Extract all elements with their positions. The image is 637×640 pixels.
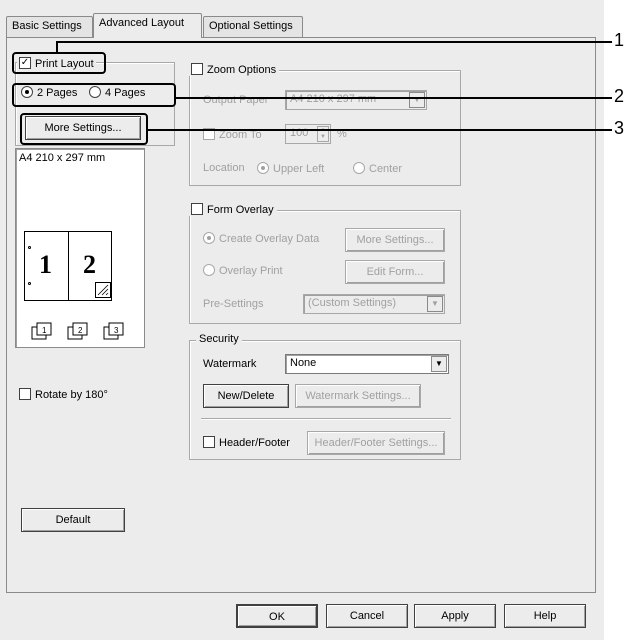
radio-dot [353, 162, 365, 174]
checkbox-box [19, 388, 31, 400]
tab-optional-settings[interactable]: Optional Settings [203, 16, 303, 37]
chevron-down-icon: ▼ [409, 92, 425, 108]
header-footer-settings-button[interactable]: Header/Footer Settings... [307, 431, 445, 455]
header-footer-checkbox[interactable]: Header/Footer [203, 436, 290, 449]
callout-number-1: 1 [614, 30, 625, 50]
ok-button[interactable]: OK [236, 604, 318, 628]
preview-page-2: 2 [83, 250, 96, 279]
svg-text:2: 2 [78, 326, 83, 335]
page-order-icons: 1 2 3 [31, 322, 124, 340]
page-fold-icon [95, 282, 111, 298]
radio-overlay-print[interactable]: Overlay Print [203, 264, 283, 277]
checkbox-box [191, 203, 203, 215]
callout-box-3 [20, 113, 148, 145]
pre-settings-select[interactable]: (Custom Settings) ▼ [303, 294, 445, 314]
tab-basic-settings[interactable]: Basic Settings [6, 16, 93, 37]
radio-upper-left[interactable]: Upper Left [257, 162, 324, 175]
layout-preview: A4 210 x 297 mm 1 2 1 2 3 [15, 148, 145, 348]
overlay-more-settings-button[interactable]: More Settings... [345, 228, 445, 252]
security-label: Security [196, 333, 242, 345]
callout-number-3: 3 [614, 118, 625, 138]
form-overlay-checkbox[interactable]: Form Overlay [188, 203, 277, 216]
preview-sheet: 1 2 [24, 231, 112, 301]
location-label: Location [203, 162, 245, 174]
punch-hole-icon [28, 282, 31, 285]
edit-form-button[interactable]: Edit Form... [345, 260, 445, 284]
checkbox-box [203, 436, 215, 448]
punch-hole-icon [28, 246, 31, 249]
callout-box-2 [12, 83, 176, 107]
cancel-button[interactable]: Cancel [326, 604, 408, 628]
tab-advanced-layout[interactable]: Advanced Layout [93, 13, 202, 38]
callout-number-2: 2 [614, 86, 625, 106]
svg-text:3: 3 [114, 326, 119, 335]
svg-text:1: 1 [42, 326, 47, 335]
new-delete-button[interactable]: New/Delete [203, 384, 289, 408]
help-button[interactable]: Help [504, 604, 586, 628]
callout-leader-2 [176, 97, 612, 99]
preview-page-1: 1 [39, 250, 52, 279]
radio-dot [203, 232, 215, 244]
radio-dot [257, 162, 269, 174]
callout-leader-3 [148, 129, 612, 131]
radio-dot [203, 264, 215, 276]
output-paper-label: Output Paper [203, 94, 269, 106]
callout-leader-1 [56, 41, 612, 43]
apply-button[interactable]: Apply [414, 604, 496, 628]
callout-leader-1a [56, 42, 58, 53]
pre-settings-label: Pre-Settings [203, 298, 264, 310]
watermark-select[interactable]: None ▼ [285, 354, 449, 374]
output-paper-select[interactable]: A4 210 x 297 mm ▼ [285, 90, 427, 110]
checkbox-box [191, 63, 203, 75]
radio-create-overlay[interactable]: Create Overlay Data [203, 232, 319, 245]
watermark-label: Watermark [203, 358, 257, 370]
preview-paper-size: A4 210 x 297 mm [19, 152, 106, 164]
zoom-options-checkbox[interactable]: Zoom Options [188, 63, 280, 76]
watermark-settings-button[interactable]: Watermark Settings... [295, 384, 421, 408]
radio-center[interactable]: Center [353, 162, 402, 175]
rotate-180-checkbox[interactable]: Rotate by 180° [19, 388, 108, 401]
page-divider [68, 232, 69, 300]
default-button[interactable]: Default [21, 508, 125, 532]
chevron-down-icon: ▼ [431, 356, 447, 372]
callout-box-1 [12, 52, 106, 74]
zoom-to-spinner[interactable]: 100▲▼ [285, 124, 331, 144]
security-divider [201, 418, 451, 420]
chevron-down-icon: ▼ [427, 296, 443, 312]
